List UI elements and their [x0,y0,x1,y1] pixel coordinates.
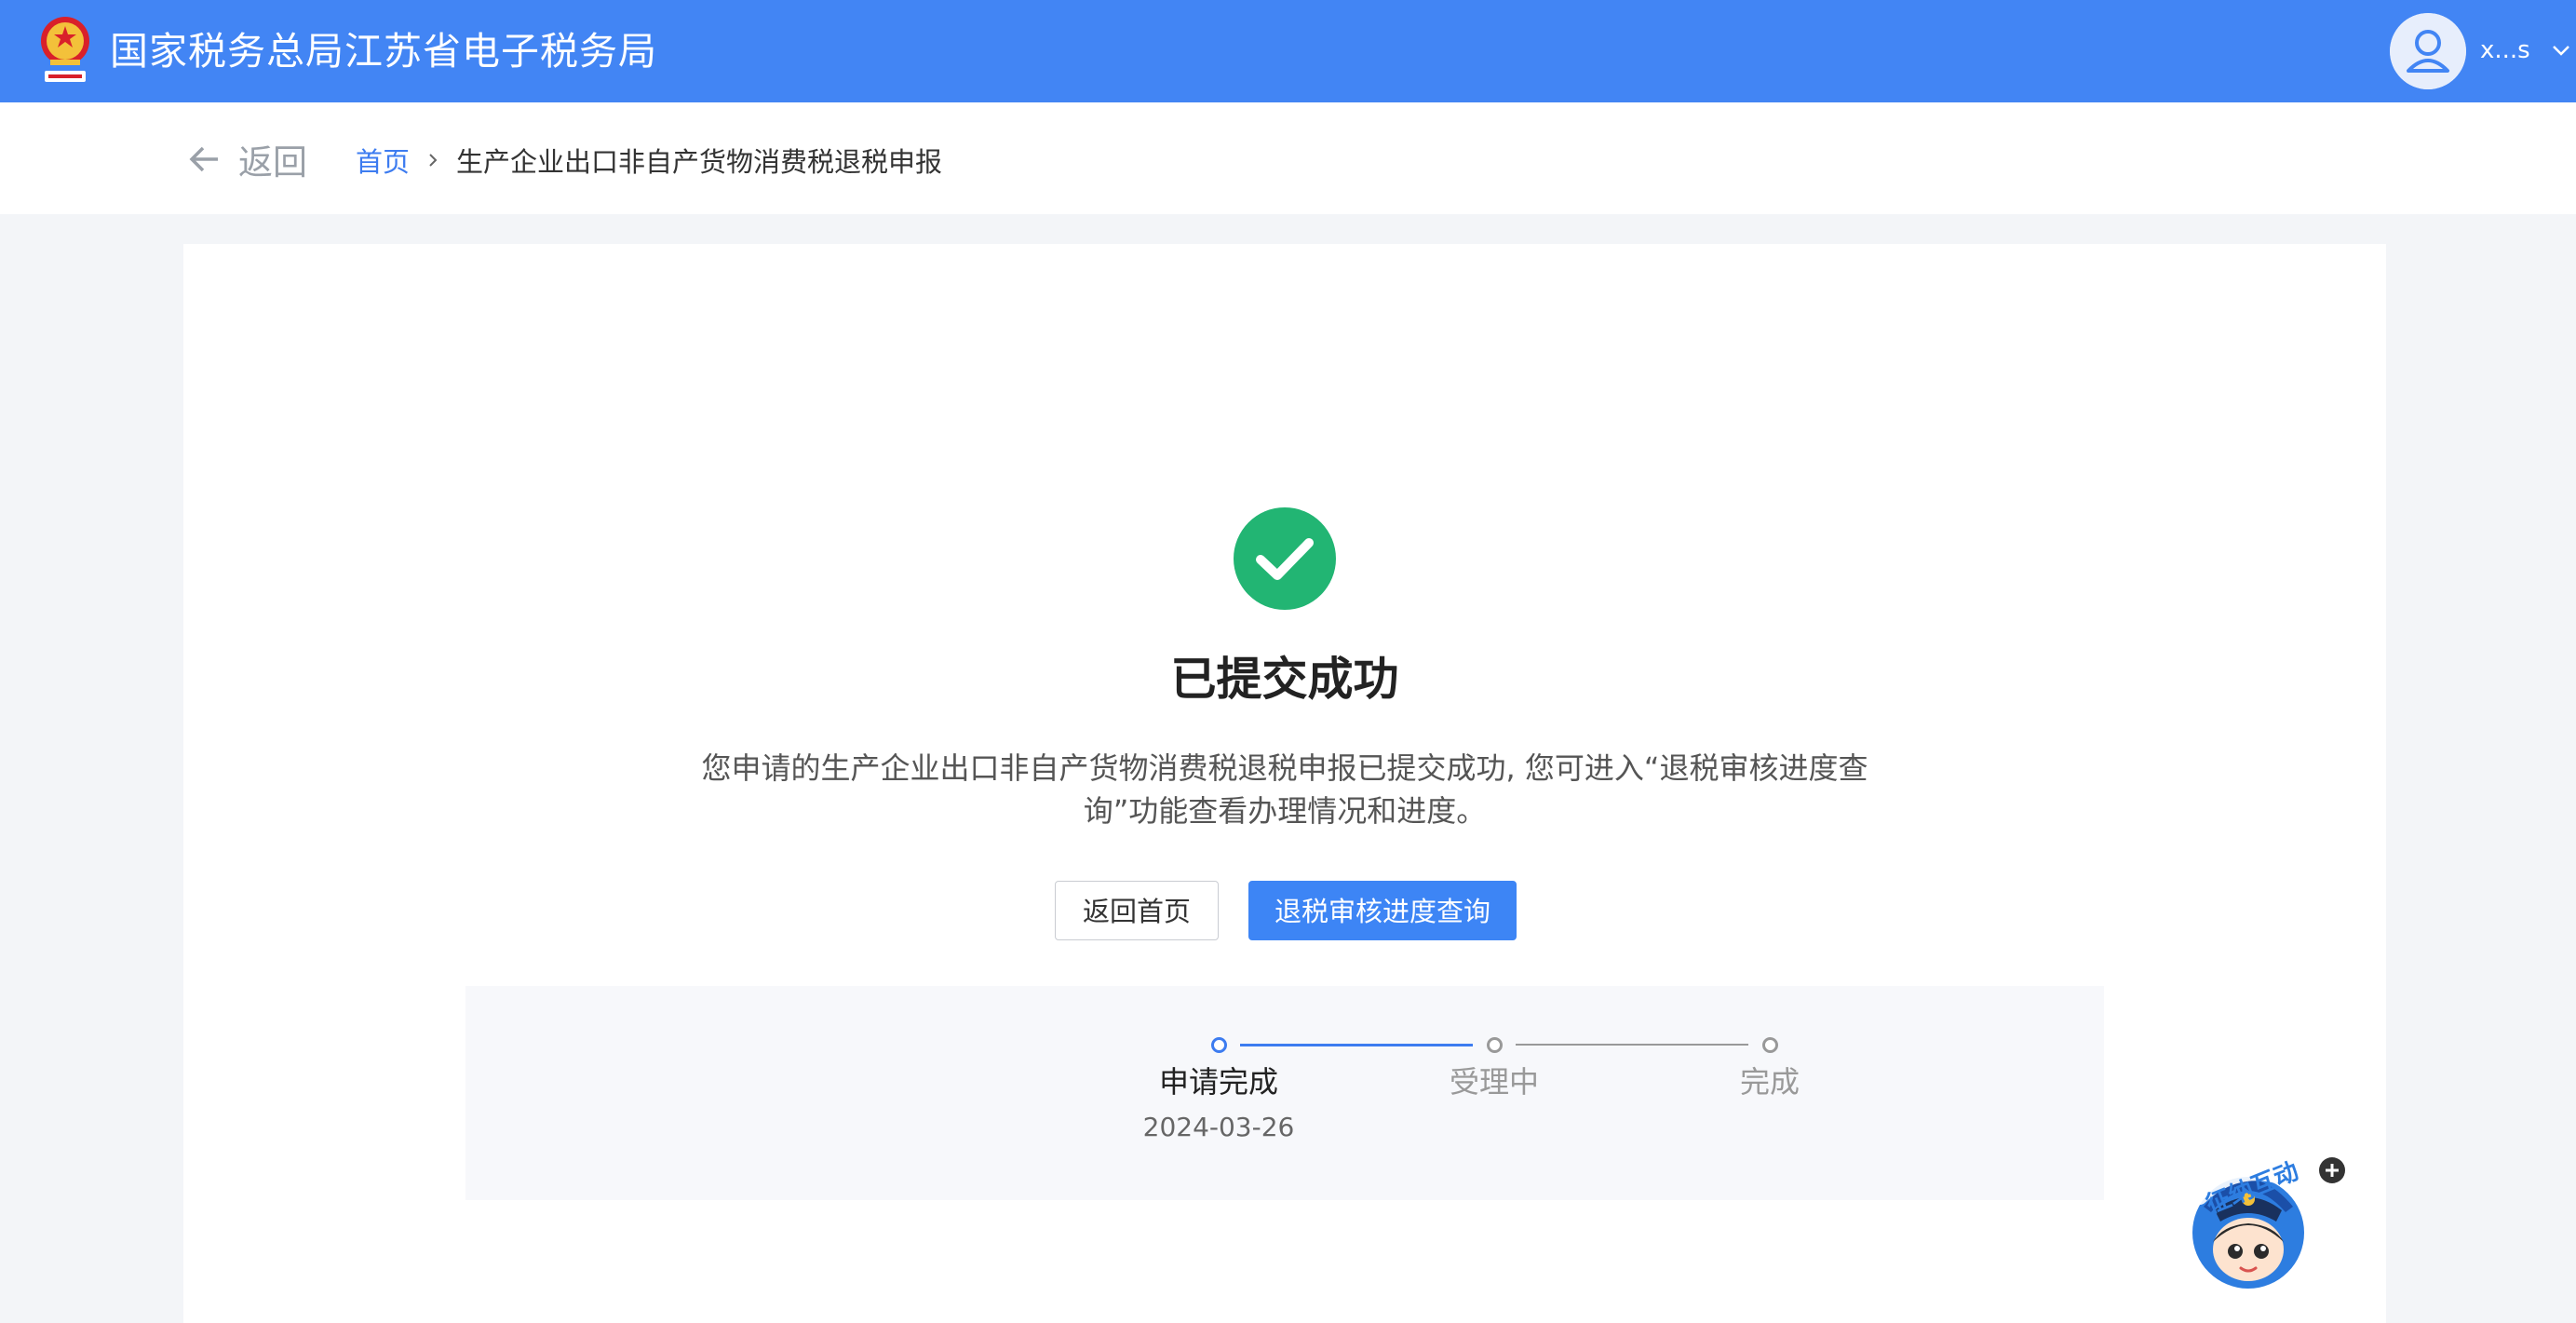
progress-steps: 申请完成 2024-03-26 受理中 完成 [465,986,2104,1200]
user-avatar-icon[interactable] [2390,13,2466,89]
step-label-1: 申请完成 [1158,1064,1278,1100]
user-menu[interactable]: x...s [2390,13,2576,89]
plus-icon[interactable] [2319,1157,2345,1183]
top-header: 国家税务总局江苏省电子税务局 x...s [0,0,2576,102]
mascot-icon[interactable]: 征纳互动 [2183,1153,2341,1292]
tax-emblem-icon[interactable] [35,13,95,88]
refund-progress-query-button[interactable]: 退税审核进度查询 [1248,881,1517,940]
chevron-right-icon [429,154,438,167]
breadcrumb-current: 生产企业出口非自产货物消费税退税申报 [456,146,943,178]
step-label-3: 完成 [1739,1064,1800,1100]
step-dot-2 [1487,1037,1503,1053]
step-label-2: 受理中 [1449,1064,1539,1100]
success-description: 您申请的生产企业出口非自产货物消费税退税申报已提交成功, 您可进入“退税审核进度… [701,750,1868,829]
result-card: 已提交成功 您申请的生产企业出口非自产货物消费税退税申报已提交成功, 您可进入“… [183,244,2386,1323]
step-dot-3 [1762,1037,1778,1053]
back-home-button[interactable]: 返回首页 [1055,881,1219,940]
step-connector-2 [1516,1044,1748,1046]
back-button[interactable]: 返回 [186,136,307,182]
breadcrumb-bar: 返回 首页 生产企业出口非自产货物消费税退税申报 [0,102,2576,214]
site-title: 国家税务总局江苏省电子税务局 [110,29,657,74]
chevron-down-icon[interactable] [2550,39,2572,61]
breadcrumb: 首页 生产企业出口非自产货物消费税退税申报 [356,142,942,179]
step-dot-1 [1211,1037,1227,1053]
username[interactable]: x...s [2480,34,2530,67]
arrow-left-icon[interactable] [186,141,223,178]
success-title: 已提交成功 [1170,653,1399,706]
back-label[interactable]: 返回 [238,134,307,184]
breadcrumb-home-link[interactable]: 首页 [356,141,410,180]
step-date-1: 2024-03-26 [1142,1112,1295,1142]
check-circle-icon [1234,507,1336,610]
step-connector-1 [1240,1044,1473,1046]
